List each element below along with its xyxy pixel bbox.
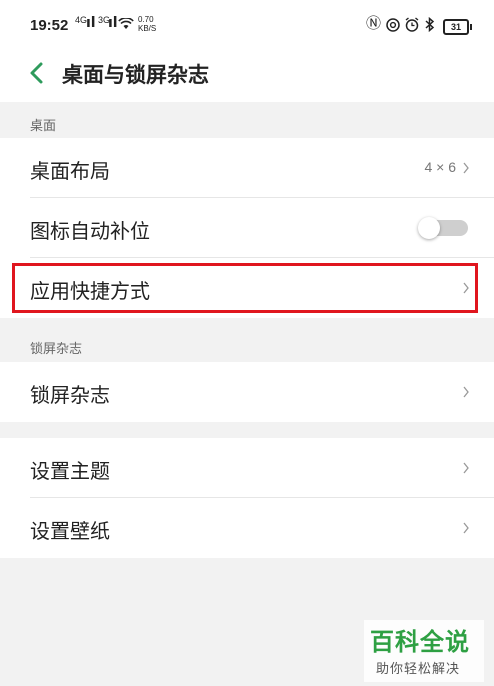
back-arrow-icon[interactable] [26, 60, 50, 86]
highlight-box [12, 263, 478, 313]
set-theme-label: 设置主题 [30, 459, 110, 483]
section-header-label: 锁屏杂志 [30, 342, 83, 357]
icon-auto-fill-item[interactable]: 图标自动补位 [0, 198, 494, 258]
section-header-lock: 锁屏杂志 [0, 318, 494, 360]
chevron-right-icon [463, 162, 469, 174]
section-header-desktop: 桌面 [0, 102, 494, 138]
set-theme-item[interactable]: 设置主题 [0, 438, 494, 498]
at-icon [386, 18, 400, 32]
status-bar: 19:52 4G ıl 3G ıl 0.70 KB/S Ⓝ 31 [0, 0, 494, 50]
bluetooth-icon [425, 17, 435, 32]
chevron-right-icon [463, 462, 469, 474]
icon-auto-fill-toggle[interactable] [418, 217, 470, 239]
lock-magazine-label: 锁屏杂志 [30, 383, 110, 407]
toggle-knob [418, 217, 440, 239]
page-title: 桌面与锁屏杂志 [62, 63, 209, 87]
signal-1-icon: ıl [86, 15, 96, 31]
wifi-icon [118, 18, 134, 29]
battery-icon: 31 [443, 19, 472, 35]
chevron-right-icon [463, 522, 469, 534]
chevron-right-icon [463, 386, 469, 398]
watermark-subtitle: 助你轻松解决 [376, 662, 461, 677]
alarm-icon [405, 17, 419, 32]
desktop-layout-label: 桌面布局 [30, 159, 110, 183]
nfc-icon: Ⓝ [366, 14, 382, 32]
section-header-label: 桌面 [30, 119, 57, 134]
watermark-logo: 百科全说 助你轻松解决 [364, 620, 484, 682]
status-time: 19:52 [30, 17, 69, 34]
desktop-layout-item[interactable]: 桌面布局 4 × 6 [0, 138, 494, 198]
title-bar: 桌面与锁屏杂志 [0, 50, 494, 102]
set-wallpaper-item[interactable]: 设置壁纸 [0, 498, 494, 558]
lock-magazine-item[interactable]: 锁屏杂志 [0, 362, 494, 422]
watermark-title: 百科全说 [370, 628, 470, 656]
icon-auto-fill-label: 图标自动补位 [30, 219, 150, 243]
desktop-layout-value: 4 × 6 [424, 159, 456, 175]
network-speed: 0.70 KB/S [138, 15, 157, 33]
set-wallpaper-label: 设置壁纸 [30, 519, 110, 543]
signal-2-icon: ıl [108, 15, 118, 31]
